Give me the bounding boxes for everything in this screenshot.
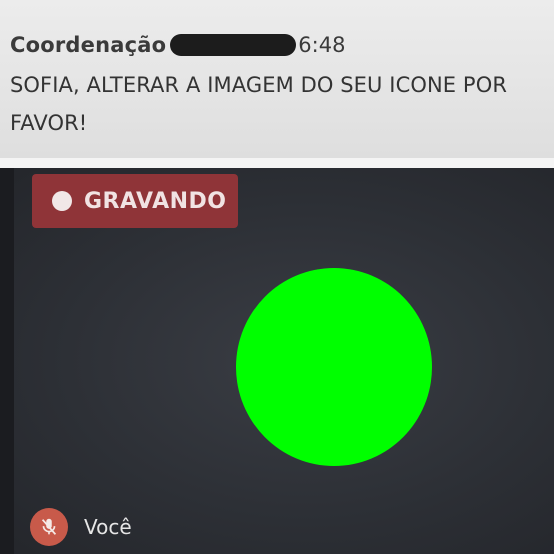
participant-avatar — [236, 268, 432, 466]
mic-off-icon — [41, 518, 57, 535]
message-text: SOFIA, ALTERAR A IMAGEM DO SEU ICONE POR… — [10, 73, 508, 135]
recording-label: GRAVANDO — [84, 188, 227, 214]
video-left-edge — [0, 168, 14, 554]
screenshot-divider — [0, 158, 554, 168]
self-participant-tag: Você — [30, 508, 132, 546]
mic-toggle-button[interactable] — [30, 508, 68, 546]
recording-badge: GRAVANDO — [32, 174, 238, 228]
chat-message-header: Coordenação 6:48 — [10, 30, 345, 60]
recording-dot-icon — [52, 191, 72, 211]
redacted-sender-detail — [170, 34, 297, 56]
message-time: 6:48 — [298, 33, 346, 57]
sender-name: Coordenação — [10, 33, 167, 57]
video-call-panel: GRAVANDO Você — [0, 168, 554, 554]
self-name-label: Você — [84, 515, 132, 539]
chat-message-panel: Coordenação 6:48 SOFIA, ALTERAR A IMAGEM… — [0, 0, 554, 158]
